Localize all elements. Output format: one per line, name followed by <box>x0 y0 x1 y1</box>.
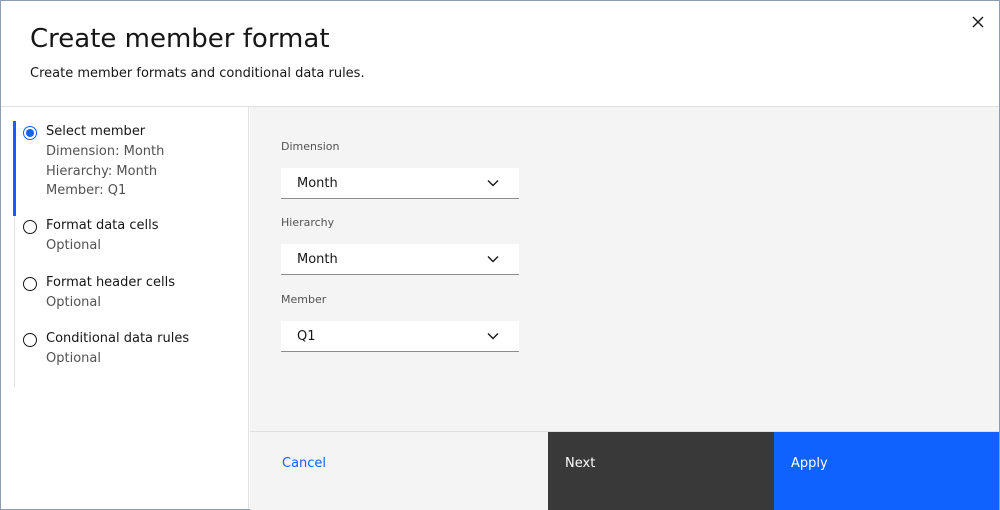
step-radio-icon <box>23 277 37 291</box>
step-radio-icon <box>23 333 37 347</box>
member-label: Member <box>281 293 327 306</box>
step-radio-icon <box>23 220 37 234</box>
apply-button[interactable]: Apply <box>774 432 999 510</box>
dimension-select[interactable]: Month <box>281 168 519 199</box>
step-detail-member: Member: Q1 <box>46 183 127 198</box>
hierarchy-select[interactable]: Month <box>281 244 519 275</box>
step-label: Select member <box>46 124 146 139</box>
cancel-button[interactable]: Cancel <box>250 432 548 510</box>
create-member-format-dialog: Create member format Create member forma… <box>0 0 1000 510</box>
step-optional: Optional <box>46 295 101 310</box>
step-detail-hierarchy: Hierarchy: Month <box>46 164 158 179</box>
apply-label: Apply <box>791 456 828 471</box>
cancel-label: Cancel <box>282 456 327 471</box>
dialog-footer: Cancel Next Apply <box>250 431 999 510</box>
close-icon <box>972 16 984 28</box>
hierarchy-label: Hierarchy <box>281 216 335 229</box>
hierarchy-value: Month <box>297 252 338 267</box>
step-label: Conditional data rules <box>46 331 190 346</box>
step-optional: Optional <box>46 351 101 366</box>
member-value: Q1 <box>297 329 316 344</box>
step-label: Format header cells <box>46 275 176 290</box>
dialog-title: Create member format <box>30 24 330 54</box>
dimension-value: Month <box>297 176 338 191</box>
dimension-label: Dimension <box>281 140 340 153</box>
step-detail-dimension: Dimension: Month <box>46 144 165 159</box>
step-optional: Optional <box>46 238 101 253</box>
member-select[interactable]: Q1 <box>281 321 519 352</box>
active-step-bar <box>13 121 16 216</box>
next-label: Next <box>565 456 596 471</box>
close-button[interactable] <box>967 11 989 33</box>
form-panel: Dimension Month Hierarchy Month Member Q… <box>250 107 999 431</box>
chevron-down-icon <box>487 256 499 263</box>
chevron-down-icon <box>487 333 499 340</box>
step-label: Format data cells <box>46 218 159 233</box>
active-step-radio-icon <box>23 126 37 140</box>
dialog-subtitle: Create member formats and conditional da… <box>30 66 365 81</box>
next-button[interactable]: Next <box>548 432 774 510</box>
progress-indicator: Select member Dimension: Month Hierarchy… <box>1 107 249 509</box>
chevron-down-icon <box>487 180 499 187</box>
dialog-header: Create member format Create member forma… <box>1 1 999 107</box>
